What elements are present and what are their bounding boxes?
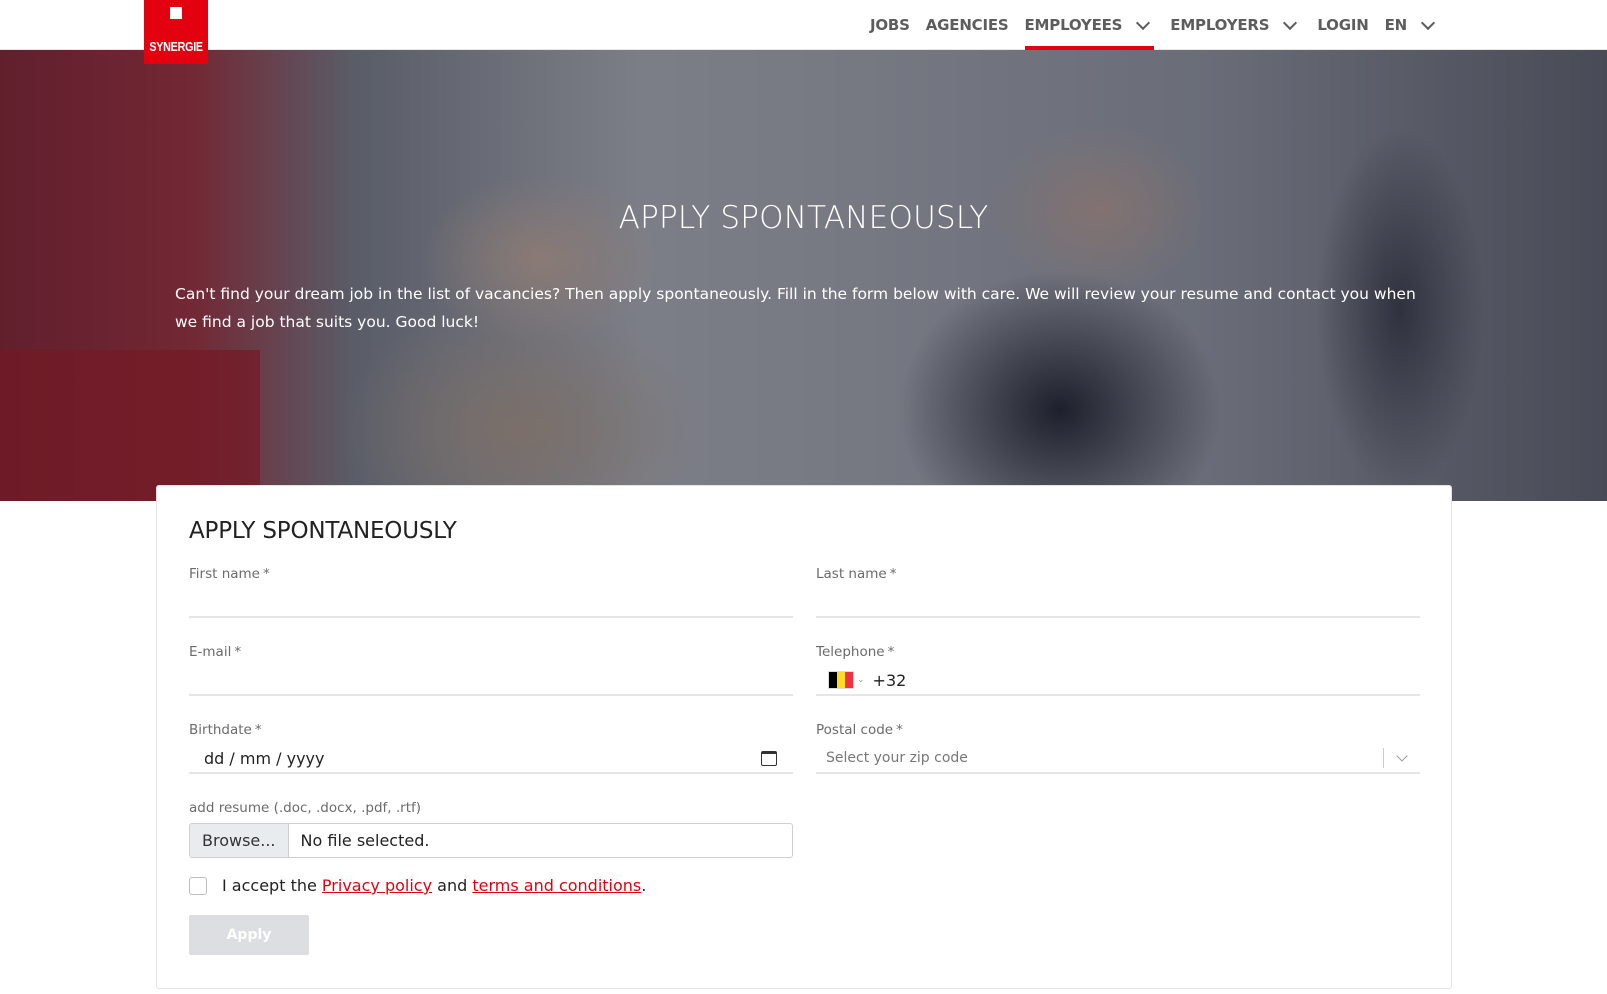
chevron-down-icon	[1420, 15, 1436, 30]
nav-employees[interactable]: EMPLOYEES	[1017, 0, 1163, 50]
first-name-label-text: First name	[189, 566, 260, 582]
first-name-field: First name *	[189, 566, 793, 618]
main-nav: JOBS AGENCIES EMPLOYEES EMPLOYERS LOGIN …	[862, 0, 1447, 50]
resume-label: add resume (.doc, .docx, .pdf, .rtf)	[189, 800, 422, 816]
email-input[interactable]	[189, 666, 793, 696]
calendar-icon[interactable]	[761, 750, 777, 766]
nav-employers[interactable]: EMPLOYERS	[1162, 0, 1309, 50]
postal-code-label-text: Postal code	[816, 722, 894, 738]
belgium-flag-icon[interactable]	[828, 671, 854, 689]
flag-stripe-red	[845, 672, 853, 688]
first-name-label: First name *	[189, 566, 793, 584]
apply-button[interactable]: Apply	[189, 915, 309, 955]
nav-login[interactable]: LOGIN	[1309, 0, 1376, 50]
synergie-logo[interactable]: SYNERGIE	[144, 0, 208, 64]
language-selector-label: EN	[1384, 16, 1408, 34]
postal-code-select[interactable]: Select your zip code	[816, 744, 1420, 774]
application-form-card: APPLY SPONTANEOUSLY First name * Last nam…	[156, 485, 1452, 989]
telephone-label: Telephone *	[816, 644, 1420, 662]
nav-employees-label: EMPLOYEES	[1024, 16, 1123, 34]
hero-title: APPLY SPONTANEOUSLY	[618, 200, 989, 236]
last-name-label-text: Last name	[816, 566, 887, 582]
consent-conjunction: and	[437, 876, 468, 895]
chevron-down-icon[interactable]	[1396, 750, 1408, 762]
last-name-label: Last name *	[816, 566, 1420, 584]
nav-agencies-label: AGENCIES	[925, 16, 1009, 34]
consent-checkbox[interactable]	[189, 876, 207, 895]
consent-row: I accept the Privacy policy and terms an…	[189, 876, 646, 895]
file-status-text: No file selected.	[300, 831, 430, 850]
birthdate-field: Birthdate * dd / mm / yyyy	[189, 722, 793, 774]
last-name-field: Last name *	[816, 566, 1420, 618]
nav-jobs[interactable]: JOBS	[862, 0, 918, 50]
country-caret-icon[interactable]: ⌄	[857, 675, 865, 685]
hero-intro-text: Can't find your dream job in the list of…	[175, 285, 1416, 331]
required-mark: *	[896, 722, 903, 738]
logo-square-icon	[170, 7, 182, 19]
telephone-field: Telephone * ⌄ +32	[816, 644, 1420, 696]
flag-stripe-black	[829, 672, 837, 688]
email-label: E-mail *	[189, 644, 793, 662]
logo-text: SYNERGIE	[149, 40, 203, 54]
required-mark: *	[254, 722, 262, 738]
consent-suffix: .	[641, 876, 647, 895]
birthdate-label: Birthdate *	[189, 722, 793, 740]
browse-button[interactable]: Browse...	[190, 824, 289, 857]
nav-agencies[interactable]: AGENCIES	[918, 0, 1017, 50]
birthdate-input[interactable]: dd / mm / yyyy	[189, 744, 793, 774]
privacy-policy-link[interactable]: Privacy policy	[322, 876, 432, 895]
last-name-input[interactable]	[816, 588, 1420, 618]
postal-code-field: Postal code * Select your zip code	[816, 722, 1420, 774]
postal-code-placeholder: Select your zip code	[826, 750, 968, 766]
select-divider	[1383, 748, 1384, 768]
consent-prefix: I accept the	[222, 876, 317, 895]
birthdate-label-text: Birthdate	[189, 722, 252, 738]
telephone-value: +32	[872, 670, 907, 690]
required-mark: *	[887, 644, 895, 660]
email-field: E-mail *	[189, 644, 793, 696]
birthdate-placeholder: dd / mm / yyyy	[204, 748, 325, 768]
terms-link[interactable]: terms and conditions	[472, 876, 641, 895]
form-title: APPLY SPONTANEOUSLY	[189, 518, 457, 544]
required-mark: *	[889, 566, 897, 582]
email-label-text: E-mail	[189, 644, 232, 660]
first-name-input[interactable]	[189, 588, 793, 618]
nav-jobs-label: JOBS	[869, 16, 910, 34]
required-mark: *	[263, 566, 270, 582]
chevron-down-icon	[1136, 15, 1151, 30]
chevron-down-icon	[1283, 15, 1298, 30]
flag-stripe-yellow	[837, 672, 845, 688]
hero-banner: APPLY SPONTANEOUSLY Can't find your drea…	[0, 50, 1607, 501]
language-selector[interactable]: EN	[1377, 0, 1447, 50]
telephone-label-text: Telephone	[816, 644, 885, 660]
telephone-input[interactable]: ⌄ +32	[816, 666, 1420, 696]
required-mark: *	[234, 644, 242, 660]
resume-file-input[interactable]: Browse... No file selected.	[189, 823, 793, 858]
top-navigation-bar: JOBS AGENCIES EMPLOYEES EMPLOYERS LOGIN …	[0, 0, 1607, 50]
nav-employers-label: EMPLOYERS	[1170, 16, 1270, 34]
nav-login-label: LOGIN	[1317, 16, 1369, 34]
postal-code-label: Postal code *	[816, 722, 1420, 740]
